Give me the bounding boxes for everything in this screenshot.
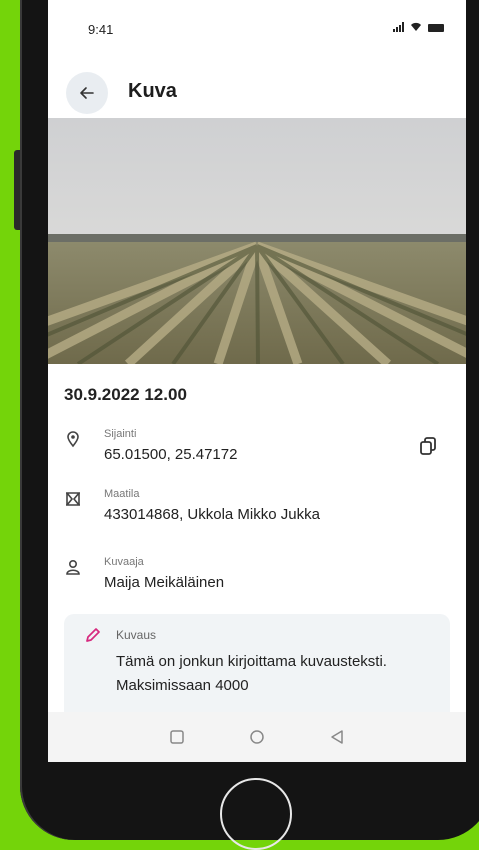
back-arrow-icon bbox=[80, 87, 94, 99]
status-icons bbox=[393, 22, 444, 32]
android-nav-bar bbox=[48, 712, 466, 762]
farm-row: Maatila 433014868, Ukkola Mikko Jukka bbox=[64, 488, 454, 532]
field-photo[interactable] bbox=[48, 118, 466, 364]
photographer-row: Kuvaaja Maija Meikäläinen bbox=[64, 556, 454, 600]
copy-icon[interactable] bbox=[416, 434, 440, 458]
photo-datetime: 30.9.2022 12.00 bbox=[64, 385, 187, 404]
screen: 9:41 Kuva 30.9.2022 12.00 Sijainti 65.01… bbox=[48, 0, 466, 712]
farm-map-icon bbox=[66, 492, 80, 506]
status-time: 9:41 bbox=[88, 22, 114, 37]
home-button[interactable] bbox=[247, 727, 267, 747]
battery-icon bbox=[428, 24, 444, 32]
phone-home-button[interactable] bbox=[220, 778, 292, 850]
app-bar: Kuva bbox=[48, 66, 466, 118]
person-icon bbox=[66, 559, 80, 575]
description-card[interactable]: Kuvaus Tämä on jonkun kirjoittama kuvaus… bbox=[64, 614, 450, 712]
square-icon bbox=[170, 730, 184, 744]
wifi-icon bbox=[411, 22, 421, 31]
pencil-icon bbox=[86, 628, 100, 642]
triangle-back-icon bbox=[331, 730, 343, 744]
location-label: Sijainti bbox=[104, 428, 137, 440]
location-value: 65.01500, 25.47172 bbox=[104, 446, 238, 463]
nav-back-button[interactable] bbox=[327, 727, 347, 747]
farm-value: 433014868, Ukkola Mikko Jukka bbox=[104, 506, 320, 523]
description-label: Kuvaus bbox=[116, 628, 157, 642]
signal-icon bbox=[393, 22, 404, 32]
page-title: Kuva bbox=[128, 80, 177, 102]
status-bar: 9:41 bbox=[48, 0, 466, 60]
description-value: Tämä on jonkun kirjoittama kuvausteksti.… bbox=[116, 653, 387, 694]
back-button[interactable] bbox=[66, 72, 108, 114]
photographer-value: Maija Meikäläinen bbox=[104, 574, 225, 591]
recents-button[interactable] bbox=[167, 727, 187, 747]
phone-side-button bbox=[14, 150, 20, 230]
field-photo-image bbox=[48, 118, 466, 364]
location-pin-icon bbox=[67, 431, 79, 448]
farm-label: Maatila bbox=[104, 488, 140, 500]
photographer-label: Kuvaaja bbox=[104, 556, 144, 568]
circle-icon bbox=[250, 730, 264, 744]
location-row: Sijainti 65.01500, 25.47172 bbox=[64, 428, 454, 472]
